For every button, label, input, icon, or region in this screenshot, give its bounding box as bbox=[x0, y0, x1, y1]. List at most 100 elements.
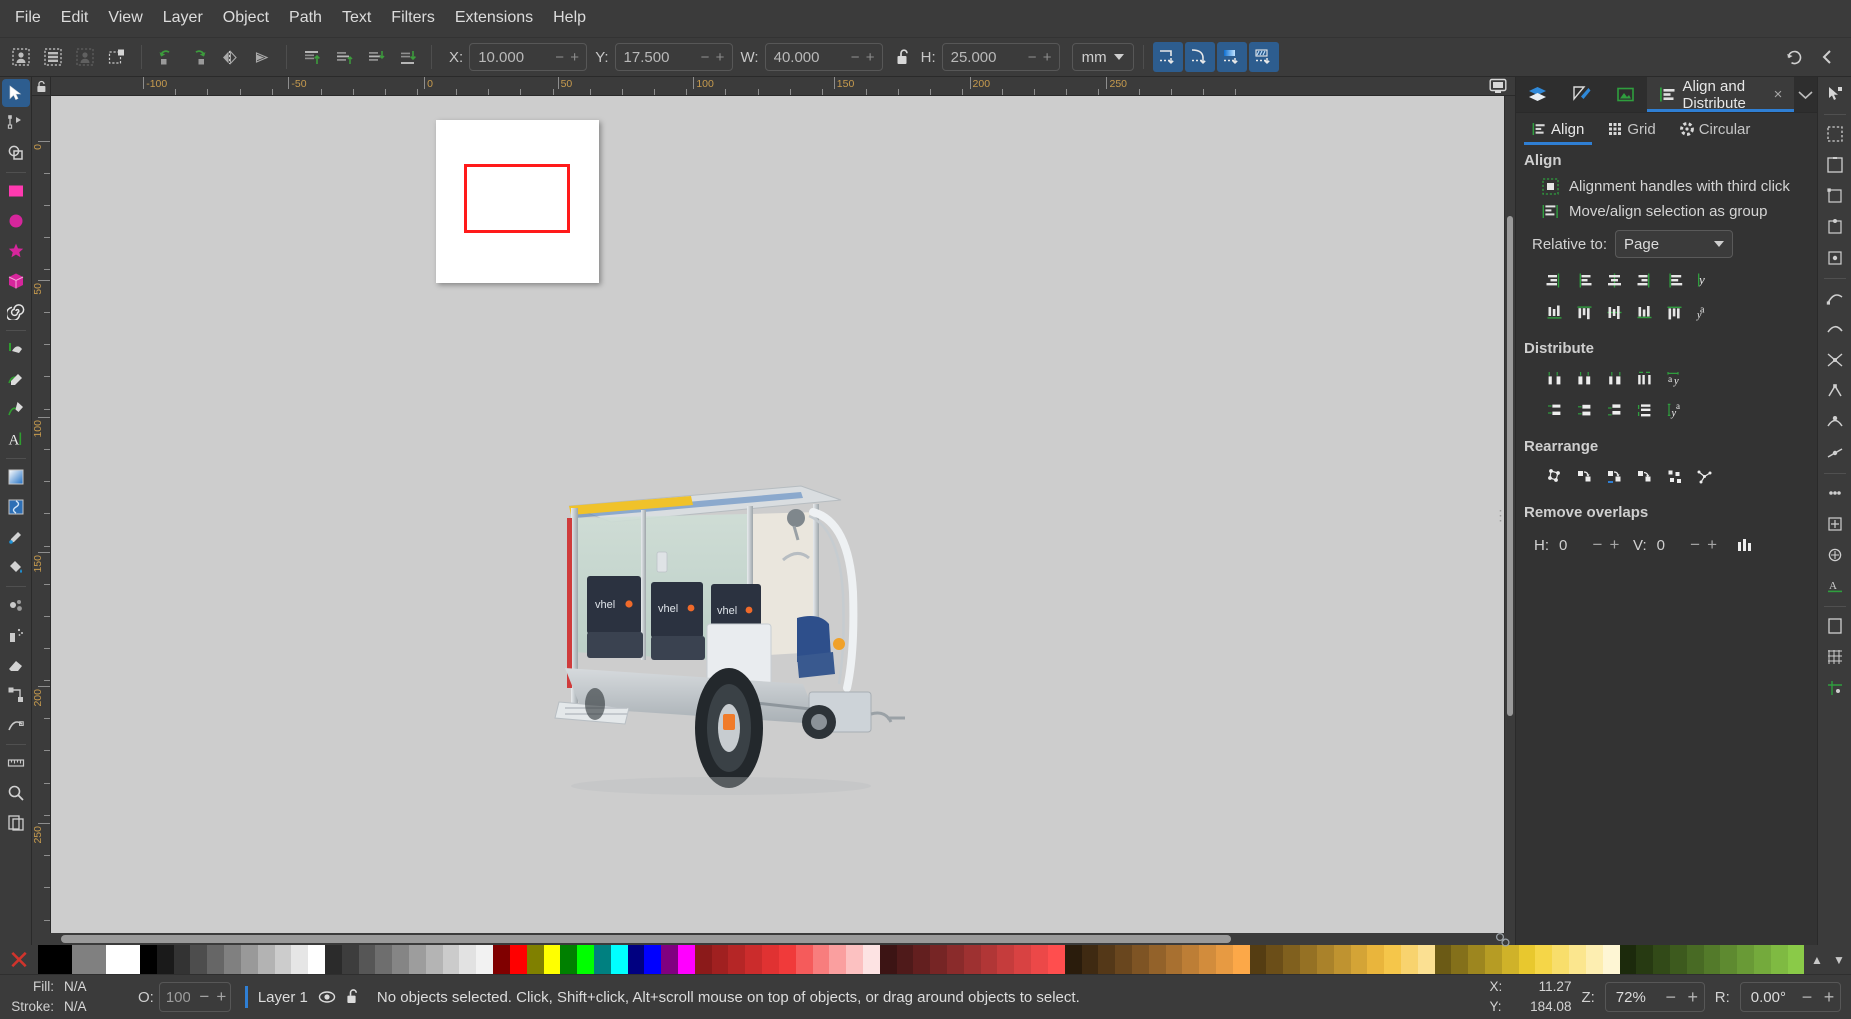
palette-swatch[interactable] bbox=[1602, 945, 1620, 974]
w-input[interactable] bbox=[765, 44, 848, 70]
distribute-centers-vertically[interactable] bbox=[1570, 396, 1598, 424]
palette-swatch[interactable] bbox=[980, 945, 998, 974]
selector-tool[interactable] bbox=[1, 79, 30, 107]
palette-swatch[interactable] bbox=[846, 945, 863, 974]
menu-layer[interactable]: Layer bbox=[153, 4, 213, 33]
palette-swatch[interactable] bbox=[358, 945, 376, 974]
text-align-baseline-vertical[interactable]: y bbox=[1690, 266, 1718, 294]
palette-swatch[interactable] bbox=[610, 945, 628, 974]
opacity-input[interactable] bbox=[159, 988, 196, 1006]
remove-overlaps-icon[interactable] bbox=[1731, 531, 1759, 559]
boolean-ops-tool[interactable] bbox=[2, 139, 30, 167]
palette-swatch[interactable] bbox=[190, 945, 208, 974]
alignment-handles-toggle[interactable]: Alignment handles with third click bbox=[1524, 174, 1809, 199]
palette-swatch[interactable] bbox=[1737, 945, 1754, 974]
overlap-h-increment[interactable]: + bbox=[1606, 532, 1623, 558]
flip-vertical-icon[interactable] bbox=[247, 42, 277, 72]
scale-stroke-width-icon[interactable] bbox=[1152, 42, 1183, 72]
undo-history-icon[interactable] bbox=[1779, 42, 1809, 72]
h-increment[interactable]: + bbox=[1040, 44, 1055, 70]
x-decrement[interactable]: − bbox=[552, 44, 567, 70]
palette-swatch[interactable] bbox=[1300, 945, 1317, 974]
zoom-field[interactable]: 72% − + bbox=[1604, 982, 1705, 1012]
palette-swatch[interactable] bbox=[1485, 945, 1502, 974]
display-mode-icon[interactable] bbox=[1481, 77, 1515, 96]
rotate-90-ccw-icon[interactable] bbox=[151, 42, 181, 72]
horizontal-ruler[interactable]: -100 -50 0 50 100 150 200 250 bbox=[51, 77, 1481, 96]
dock-tab-image-properties[interactable] bbox=[1604, 77, 1648, 112]
x-input[interactable] bbox=[470, 44, 553, 70]
snap-page-border[interactable] bbox=[1820, 611, 1850, 641]
palette-swatch[interactable] bbox=[1501, 945, 1519, 974]
randomize-positions[interactable] bbox=[1660, 462, 1688, 490]
chevron-down-icon[interactable]: ▼ bbox=[1829, 948, 1849, 972]
scale-rounded-corners-icon[interactable] bbox=[1184, 42, 1215, 72]
distribute-text-baselines-horizontally[interactable]: a y bbox=[1660, 364, 1688, 392]
palette-swatch[interactable] bbox=[560, 945, 578, 974]
snap-bounding-box-edge-midpoints[interactable] bbox=[1820, 212, 1850, 242]
overlap-h-decrement[interactable]: − bbox=[1589, 532, 1606, 558]
chevron-up-icon[interactable]: ▲ bbox=[1807, 948, 1827, 972]
subtab-grid[interactable]: Grid bbox=[1596, 113, 1667, 145]
palette-swatch[interactable] bbox=[1182, 945, 1200, 974]
snap-bounding-boxes[interactable] bbox=[1820, 119, 1850, 149]
select-all-icon[interactable] bbox=[6, 42, 36, 72]
palette-swatch[interactable] bbox=[1098, 945, 1116, 974]
relative-to-select[interactable]: Page bbox=[1615, 230, 1734, 258]
menu-text[interactable]: Text bbox=[332, 4, 381, 33]
palette-swatch[interactable] bbox=[1787, 945, 1805, 974]
palette-swatch[interactable] bbox=[224, 945, 241, 974]
pencil-tool[interactable] bbox=[2, 335, 30, 363]
palette-swatch[interactable] bbox=[1384, 945, 1401, 974]
palette-swatch[interactable] bbox=[762, 945, 779, 974]
y-input[interactable] bbox=[615, 44, 698, 70]
w-decrement[interactable]: − bbox=[848, 44, 863, 70]
palette-swatch[interactable] bbox=[140, 945, 157, 974]
palette-swatch[interactable] bbox=[1316, 945, 1334, 974]
align-left-edges-to-right-anchor[interactable] bbox=[1660, 266, 1688, 294]
align-top-edges-to-bottom-anchor[interactable] bbox=[1660, 298, 1688, 326]
graph-layout[interactable] bbox=[1540, 462, 1568, 490]
select-all-in-all-layers-icon[interactable] bbox=[38, 42, 68, 72]
exchange-positions-stacking-order[interactable] bbox=[1600, 462, 1628, 490]
w-increment[interactable]: + bbox=[863, 44, 878, 70]
palette-swatch[interactable] bbox=[1115, 945, 1132, 974]
palette-swatch[interactable] bbox=[997, 945, 1015, 974]
palette-swatch[interactable] bbox=[862, 945, 880, 974]
dock-tab-layers[interactable] bbox=[1516, 77, 1560, 112]
palette-swatch[interactable] bbox=[795, 945, 813, 974]
fill-stroke-indicator[interactable]: Fill: N/A Stroke: N/A bbox=[6, 977, 132, 1016]
palette-swatch[interactable] bbox=[879, 945, 897, 974]
snap-rotation-centers[interactable] bbox=[1820, 540, 1850, 570]
raise-icon[interactable] bbox=[328, 42, 358, 72]
palette-swatch[interactable] bbox=[526, 945, 544, 974]
palette-swatch[interactable] bbox=[257, 945, 275, 974]
zoom-increment[interactable]: + bbox=[1682, 983, 1704, 1011]
palette-swatch[interactable] bbox=[1636, 945, 1654, 974]
palette-swatch[interactable] bbox=[1720, 945, 1738, 974]
zoom-decrement[interactable]: − bbox=[1660, 983, 1682, 1011]
text-tool[interactable]: A bbox=[2, 425, 30, 453]
exchange-positions-clockwise[interactable] bbox=[1630, 462, 1658, 490]
align-right-edges[interactable] bbox=[1630, 266, 1658, 294]
palette-swatch[interactable] bbox=[1216, 945, 1233, 974]
palette-swatch[interactable] bbox=[476, 945, 494, 974]
palette-swatch[interactable] bbox=[1703, 945, 1721, 974]
y-field[interactable]: − + bbox=[614, 43, 733, 71]
gradient-tool[interactable] bbox=[2, 463, 30, 491]
dock-menu-chevron-down-icon[interactable] bbox=[1794, 77, 1817, 112]
distribute-bottom-edges-equidistantly[interactable] bbox=[1600, 396, 1628, 424]
menu-help[interactable]: Help bbox=[543, 4, 596, 33]
canvas-horizontal-scrollbar[interactable] bbox=[51, 933, 1489, 945]
palette-swatch[interactable] bbox=[442, 945, 460, 974]
snap-guides[interactable] bbox=[1820, 673, 1850, 703]
palette-swatch[interactable] bbox=[1266, 945, 1284, 974]
palette-swatch[interactable] bbox=[207, 945, 225, 974]
distribute-horizontal-gaps-equal[interactable] bbox=[1630, 364, 1658, 392]
palette-swatch[interactable] bbox=[1014, 945, 1032, 974]
paint-bucket-tool[interactable] bbox=[2, 553, 30, 581]
palette-swatch[interactable] bbox=[913, 945, 931, 974]
spray-tool[interactable] bbox=[2, 621, 30, 649]
align-top-edges[interactable] bbox=[1570, 298, 1598, 326]
palette-swatch[interactable] bbox=[1468, 945, 1485, 974]
